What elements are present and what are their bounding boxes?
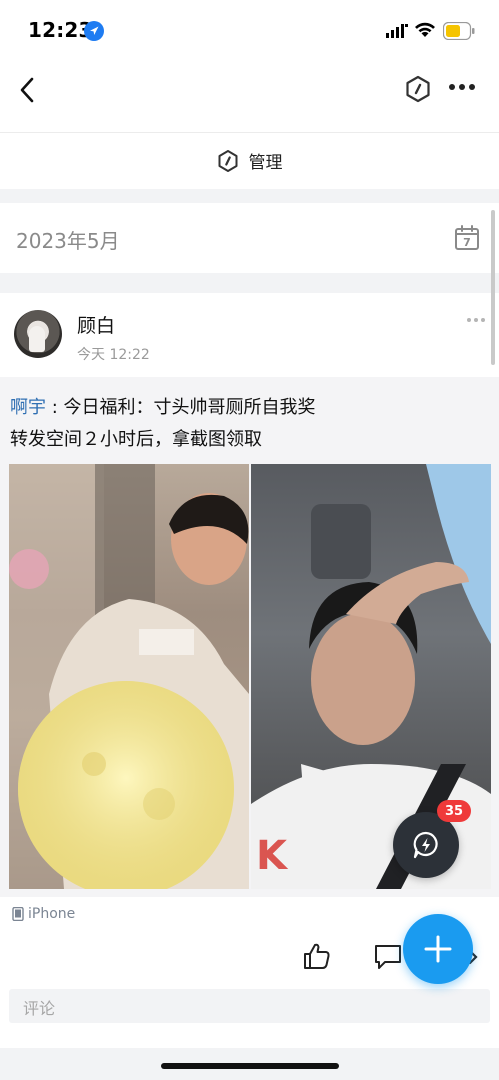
avatar-figure: [29, 326, 45, 352]
notification-badge: 35: [437, 800, 471, 822]
month-header: 2023年5月 7: [0, 203, 499, 273]
quoted-text-line1: 啊宇 : 今日福利：寸头帅哥厕所自我奖: [10, 393, 316, 419]
hexagon-shield-icon[interactable]: [405, 75, 431, 103]
more-horizontal-icon[interactable]: [448, 82, 476, 92]
chevron-left-icon[interactable]: [18, 76, 38, 104]
post-photo-right[interactable]: K: [251, 464, 491, 889]
post-time: 今天 12:22: [77, 347, 150, 363]
post-photo-left[interactable]: [9, 464, 249, 889]
status-time: 12:23: [28, 18, 93, 42]
home-indicator[interactable]: [161, 1063, 339, 1069]
plus-icon: [424, 935, 452, 963]
nav-bar: [0, 62, 499, 118]
header-divider: [0, 118, 499, 133]
manage-label: 管理: [248, 153, 283, 173]
device-name: iPhone: [28, 906, 76, 922]
scrollbar[interactable]: [491, 210, 495, 365]
quoted-author[interactable]: 啊宇: [10, 397, 46, 418]
manage-row[interactable]: 管理: [0, 133, 499, 189]
svg-text:K: K: [256, 833, 289, 879]
quoted-text-line2: 转发空间２小时后，拿截图领取: [10, 429, 262, 450]
battery-icon: [443, 22, 475, 40]
month-label: 2023年5月: [16, 229, 120, 253]
wifi-icon: [415, 22, 435, 37]
location-arrow-icon: [84, 21, 104, 41]
thumbs-up-icon[interactable]: [302, 941, 332, 971]
calendar-day: 7: [463, 236, 471, 249]
comment-input[interactable]: 评论: [9, 989, 490, 1023]
cellular-signal-icon: [386, 24, 408, 38]
screen: 12:23 管理 2023年5月 7 顾白 今天 12:22 啊宇: 今日福利…: [0, 0, 499, 1080]
post-author[interactable]: 顾白: [77, 311, 115, 338]
hexagon-shield-icon: [218, 149, 237, 172]
status-bar: 12:23: [0, 0, 499, 62]
device-label: iPhone: [12, 906, 75, 922]
calendar-icon[interactable]: 7: [454, 225, 480, 251]
lightning-chat-icon: [413, 831, 438, 859]
add-post-button[interactable]: [403, 914, 473, 984]
comment-icon[interactable]: [373, 943, 403, 971]
phone-icon: [12, 907, 24, 921]
avatar[interactable]: [14, 310, 62, 358]
more-horizontal-icon[interactable]: [466, 317, 486, 323]
quoted-text: : 今日福利：寸头帅哥厕所自我奖: [46, 397, 316, 418]
